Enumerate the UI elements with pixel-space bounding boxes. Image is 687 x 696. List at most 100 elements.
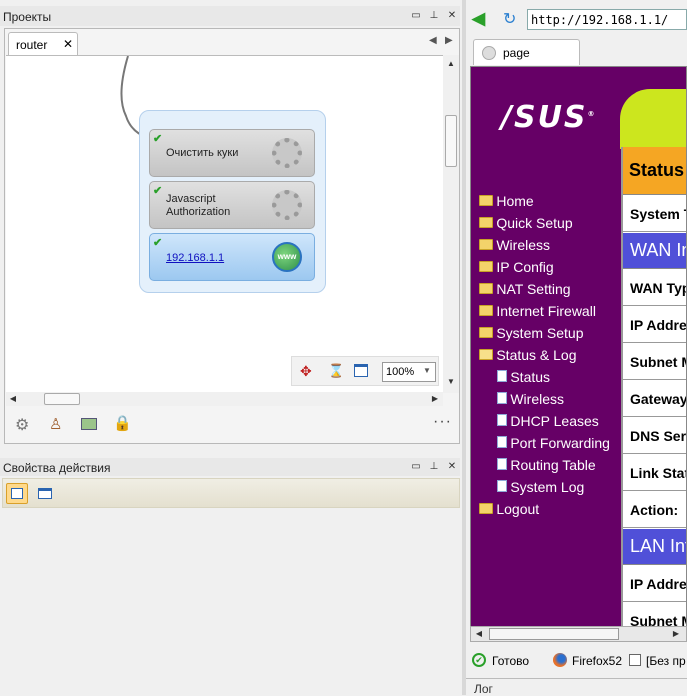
properties-body	[0, 510, 462, 695]
hourglass-icon[interactable]: ⌛	[328, 363, 344, 379]
tab-scroll-right-icon[interactable]: ▶	[445, 35, 453, 46]
canvas-vertical-scrollbar[interactable]: ▲ ▼	[443, 55, 459, 393]
submenu-item-port-forwarding[interactable]: Port Forwarding	[497, 435, 610, 451]
action-node-open-url[interactable]: ✔ 192.168.1.1 www	[149, 233, 315, 281]
scroll-down-icon[interactable]: ▼	[444, 375, 458, 389]
log-panel-header[interactable]: Лог	[466, 678, 687, 696]
tab-close-icon[interactable]: ✕	[63, 37, 73, 51]
tab-scroll-left-icon[interactable]: ◀	[429, 35, 437, 46]
asus-logo-text: /SUS	[501, 100, 588, 135]
properties-panel-header: Свойства действия ▭ ⊥ ✕	[0, 458, 460, 476]
header-decoration	[620, 89, 686, 149]
properties-panel-title: Свойства действия	[3, 461, 111, 475]
menu-item-logout[interactable]: Logout	[479, 501, 539, 517]
scroll-left-icon[interactable]: ◀	[6, 392, 20, 406]
row-label: Action:	[630, 501, 679, 518]
menu-item-system-setup[interactable]: System Setup	[479, 325, 584, 341]
tab-router[interactable]: router ✕	[8, 32, 78, 56]
status-row-wan-type: WAN Type	[623, 270, 686, 306]
status-row-system-time: System T	[623, 196, 686, 232]
status-header: Status	[623, 147, 686, 195]
more-icon[interactable]: ···	[433, 413, 452, 431]
scroll-left-icon[interactable]: ◀	[472, 627, 486, 641]
scroll-right-icon[interactable]: ▶	[669, 627, 683, 641]
minimize-icon[interactable]: ▭	[410, 461, 422, 473]
settings-gear-icon[interactable]: ⚙	[15, 415, 29, 435]
tab-page[interactable]: page	[473, 39, 580, 65]
node-label: Javascript Authorization	[166, 193, 231, 218]
submenu-item-system-log[interactable]: System Log	[497, 479, 584, 495]
gear-icon	[272, 190, 302, 220]
menu-item-status-log[interactable]: Status & Log	[479, 347, 577, 363]
menu-item-label: Logout	[496, 501, 540, 517]
scroll-up-icon[interactable]: ▲	[444, 57, 458, 71]
menu-item-label: Internet Firewall	[496, 303, 596, 319]
pin-icon[interactable]: ⊥	[428, 461, 440, 473]
page-horizontal-scrollbar[interactable]: ◀ ▶	[470, 626, 687, 642]
action-node-clear-cookies[interactable]: ✔ Очистить куки	[149, 129, 315, 177]
status-row-dns: DNS Serv	[623, 418, 686, 454]
extra-label[interactable]: [Без пр	[646, 654, 686, 668]
menu-item-quick-setup[interactable]: Quick Setup	[479, 215, 573, 231]
submenu-item-wireless[interactable]: Wireless	[497, 391, 564, 407]
menu-item-label: System Setup	[496, 325, 584, 341]
zoom-value: 100%	[386, 366, 415, 378]
section-wan-info: WAN In	[623, 233, 686, 269]
menu-item-label: Status & Log	[496, 347, 577, 363]
row-label: IP Addres	[630, 316, 687, 333]
scroll-thumb[interactable]	[489, 628, 619, 640]
minimize-icon[interactable]: ▭	[410, 10, 422, 22]
submenu-item-status[interactable]: Status	[497, 369, 550, 385]
status-row-wan-subnet: Subnet M	[623, 344, 686, 380]
folder-icon	[479, 327, 493, 338]
submenu-item-label: Status	[510, 369, 551, 385]
node-url-link[interactable]: 192.168.1.1	[166, 252, 224, 264]
close-icon[interactable]: ✕	[446, 461, 458, 473]
menu-item-label: Wireless	[496, 237, 551, 253]
action-group: ✔ Очистить куки ✔ Javascript Authorizati…	[139, 110, 326, 293]
close-icon[interactable]: ✕	[446, 10, 458, 22]
document-icon	[497, 392, 507, 404]
action-node-js-auth[interactable]: ✔ Javascript Authorization	[149, 181, 315, 229]
projects-panel: router ✕ ◀ ▶ ✔ Очистить куки ✔ Javascrip…	[4, 28, 460, 444]
submenu-item-routing-table[interactable]: Routing Table	[497, 457, 596, 473]
tab-page-label: page	[503, 46, 530, 60]
scroll-thumb[interactable]	[44, 393, 80, 405]
page-icon	[482, 46, 496, 60]
pin-icon[interactable]: ⊥	[428, 10, 440, 22]
back-arrow-icon[interactable]: ◀	[472, 9, 485, 29]
submenu-item-dhcp-leases[interactable]: DHCP Leases	[497, 413, 599, 429]
submenu-item-label: Port Forwarding	[510, 435, 610, 451]
refresh-icon[interactable]: ↻	[503, 9, 516, 29]
scroll-right-icon[interactable]: ▶	[428, 392, 442, 406]
document-icon	[497, 370, 507, 382]
menu-item-nat-setting[interactable]: NAT Setting	[479, 281, 571, 297]
document-icon	[497, 480, 507, 492]
document-icon	[497, 436, 507, 448]
canvas-horizontal-scrollbar[interactable]: ◀ ▶	[6, 392, 443, 406]
submenu-item-label: System Log	[510, 479, 585, 495]
user-icon[interactable]: ♙	[49, 415, 62, 433]
menu-item-ip-config[interactable]: IP Config	[479, 259, 554, 275]
properties-toolbar	[2, 478, 460, 508]
image-icon[interactable]	[81, 418, 97, 430]
menu-item-wireless[interactable]: Wireless	[479, 237, 550, 253]
status-row-gateway: Gateway:	[623, 381, 686, 417]
document-icon	[497, 414, 507, 426]
window-icon[interactable]	[354, 364, 368, 377]
workflow-canvas[interactable]: ✔ Очистить куки ✔ Javascript Authorizati…	[6, 55, 443, 393]
address-bar[interactable]: http://192.168.1.1/	[527, 9, 687, 30]
center-icon[interactable]: ✥	[300, 363, 312, 380]
lock-icon[interactable]: 🔒	[113, 414, 132, 432]
browser-label[interactable]: Firefox52	[572, 654, 622, 668]
scroll-thumb[interactable]	[445, 115, 457, 167]
zoom-select[interactable]: 100% ▼	[382, 362, 436, 382]
chevron-down-icon[interactable]: ▼	[423, 366, 431, 375]
window-settings-icon[interactable]	[38, 488, 52, 499]
ok-check-icon: ✔	[472, 653, 486, 667]
menu-item-internet-firewall[interactable]: Internet Firewall	[479, 303, 596, 319]
menu-item-home[interactable]: Home	[479, 193, 534, 209]
status-row-link-status: Link Statu	[623, 455, 686, 491]
log-label: Лог	[474, 682, 493, 696]
firefox-icon	[553, 653, 567, 667]
